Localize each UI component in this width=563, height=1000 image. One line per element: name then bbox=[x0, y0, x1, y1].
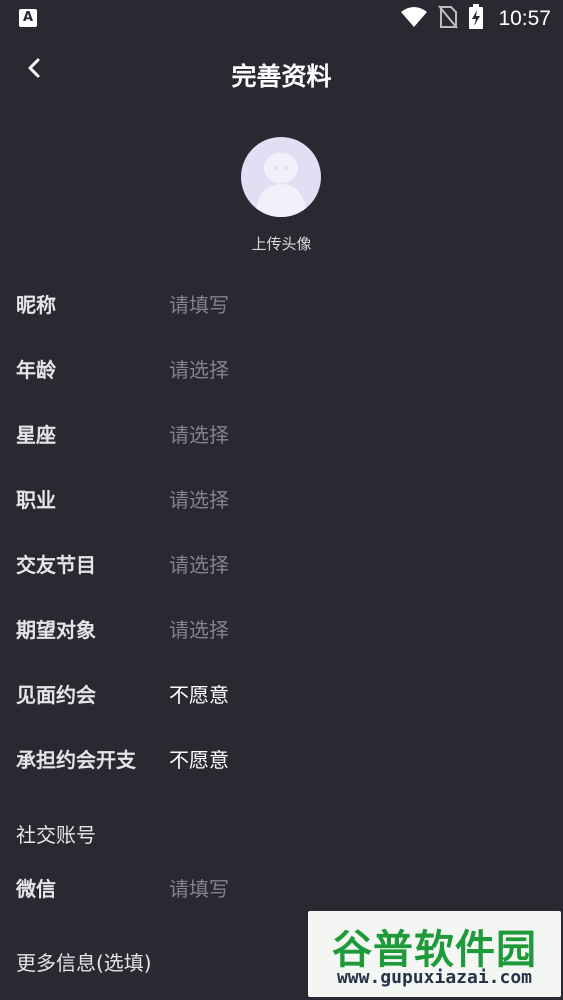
form-row-nickname[interactable]: 昵称 请填写 bbox=[0, 277, 563, 327]
more-info-link[interactable]: 更多信息(选填) bbox=[16, 947, 152, 976]
avatar-caption: 上传头像 bbox=[251, 235, 312, 253]
row-value: 请填写 bbox=[169, 877, 229, 901]
page-title: 完善资料 bbox=[231, 62, 332, 91]
form-row-constellation[interactable]: 星座 请选择 bbox=[0, 407, 563, 457]
row-label: 交友节目 bbox=[16, 553, 96, 577]
header: 完善资料 bbox=[0, 40, 563, 110]
watermark: 谷普软件园 www.gupuxiazai.com bbox=[308, 911, 561, 997]
status-time: 10:57 bbox=[498, 7, 551, 30]
row-value: 不愿意 bbox=[169, 683, 229, 707]
form-row-meet-date[interactable]: 见面约会 不愿意 bbox=[0, 667, 563, 717]
form-row-date-expenses[interactable]: 承担约会开支 不愿意 bbox=[0, 732, 563, 782]
no-sim-icon bbox=[438, 5, 459, 33]
default-avatar-icon bbox=[241, 153, 321, 217]
row-label: 期望对象 bbox=[16, 618, 96, 642]
social-section-title: 社交账号 bbox=[16, 823, 96, 847]
watermark-url: www.gupuxiazai.com bbox=[336, 967, 533, 988]
row-value: 请选择 bbox=[169, 553, 229, 577]
row-value: 不愿意 bbox=[169, 748, 229, 772]
row-value: 请选择 bbox=[169, 358, 229, 382]
row-label: 微信 bbox=[16, 877, 56, 901]
avatar-upload[interactable] bbox=[241, 137, 321, 217]
wifi-icon bbox=[400, 6, 428, 32]
row-value: 请选择 bbox=[169, 618, 229, 642]
row-label: 承担约会开支 bbox=[16, 748, 136, 772]
form-row-occupation[interactable]: 职业 请选择 bbox=[0, 472, 563, 522]
form-row-dating-program[interactable]: 交友节目 请选择 bbox=[0, 537, 563, 587]
status-icons: 10:57 bbox=[400, 4, 551, 34]
row-label: 年龄 bbox=[16, 358, 56, 382]
form-row-expected-partner[interactable]: 期望对象 请选择 bbox=[0, 602, 563, 652]
row-value: 请填写 bbox=[169, 293, 229, 317]
row-label: 见面约会 bbox=[16, 683, 96, 707]
form-row-age[interactable]: 年龄 请选择 bbox=[0, 342, 563, 392]
form-row-wechat[interactable]: 微信 请填写 bbox=[0, 861, 563, 911]
battery-charging-icon bbox=[468, 4, 484, 34]
row-value: 请选择 bbox=[169, 488, 229, 512]
row-value: 请选择 bbox=[169, 423, 229, 447]
row-label: 职业 bbox=[16, 488, 56, 512]
row-label: 星座 bbox=[16, 423, 56, 447]
app-notification-icon: A bbox=[19, 9, 37, 27]
row-label: 昵称 bbox=[16, 293, 56, 317]
status-bar: A 10:57 bbox=[0, 0, 563, 38]
